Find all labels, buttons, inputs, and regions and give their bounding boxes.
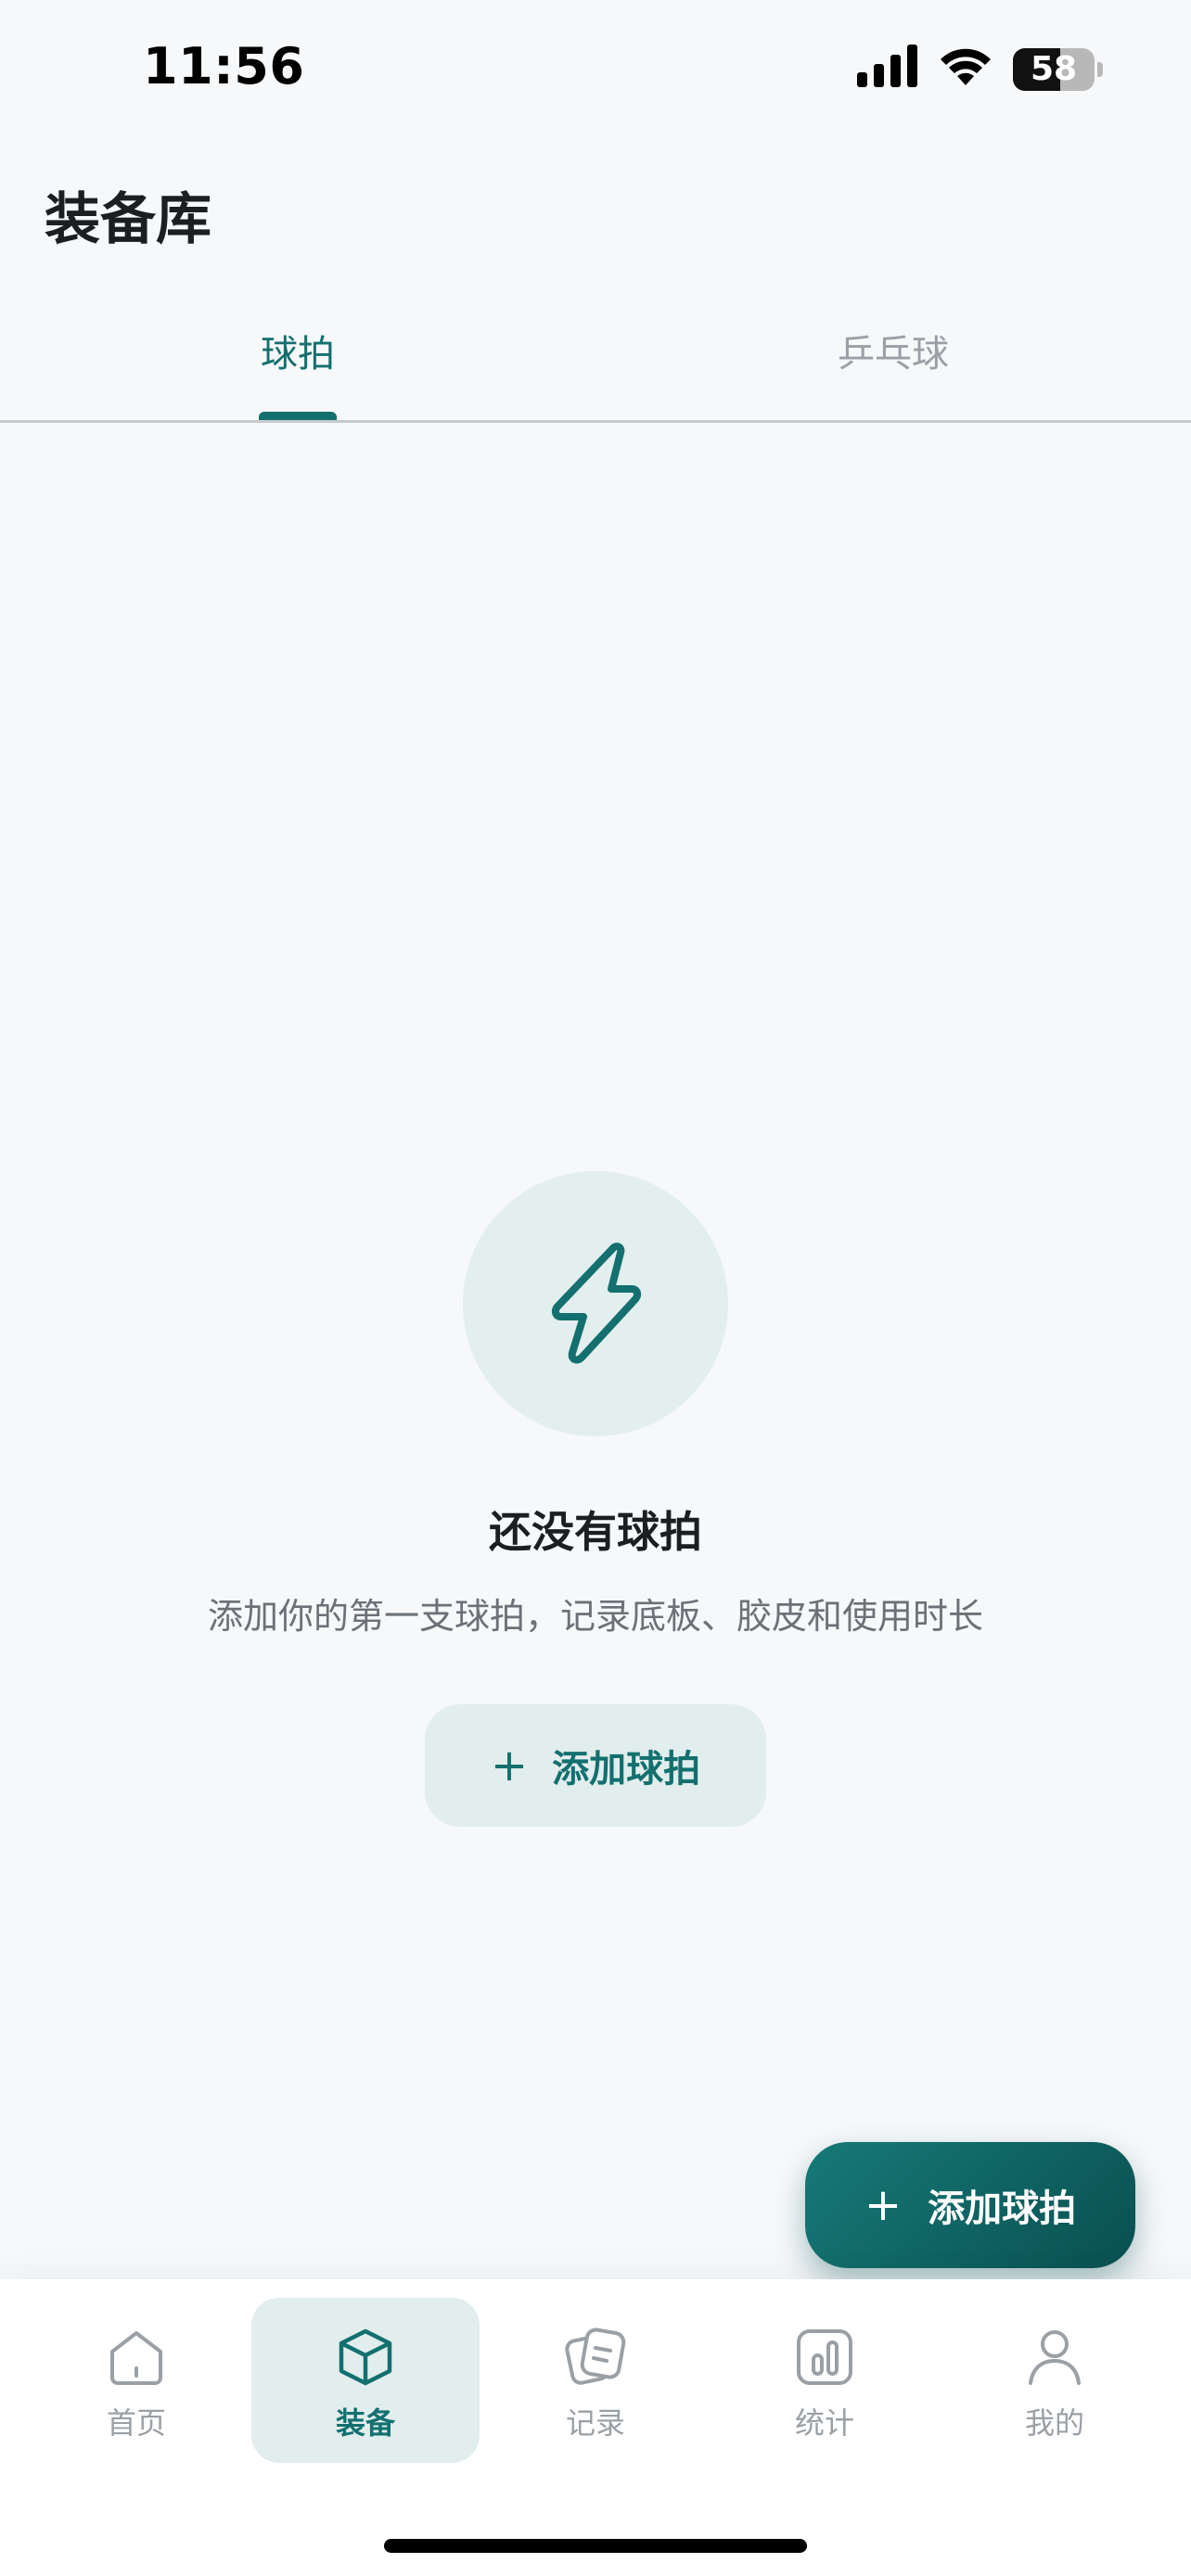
nav-item-stats[interactable]: 统计	[711, 2298, 939, 2463]
battery-indicator: 58	[1013, 48, 1106, 91]
tab-active-indicator	[259, 412, 337, 420]
empty-state-title: 还没有球拍	[489, 1507, 702, 1557]
bottom-nav: 首页 装备 记录 统计 我的	[0, 2279, 1191, 2576]
user-icon	[1029, 2330, 1081, 2385]
empty-state-icon-badge	[463, 1171, 728, 1436]
nav-label-records: 记录	[565, 2405, 625, 2441]
add-racket-button[interactable]: + 添加球拍	[425, 1704, 766, 1827]
lightning-icon	[551, 1243, 642, 1364]
fab-add-racket-button[interactable]: + 添加球拍	[805, 2142, 1135, 2268]
tab-rackets[interactable]: 球拍	[0, 315, 596, 420]
chart-icon	[797, 2329, 852, 2385]
nav-label-equipment: 装备	[335, 2405, 395, 2441]
page-title: 装备库	[45, 187, 211, 252]
tab-bar: 球拍 乒乓球	[0, 315, 1191, 423]
signal-icon	[857, 45, 917, 87]
nav-item-equipment[interactable]: 装备	[251, 2298, 480, 2463]
home-indicator[interactable]	[384, 2539, 807, 2553]
status-time: 11:56	[143, 37, 305, 96]
battery-level: 58	[1030, 50, 1078, 88]
nav-item-home[interactable]: 首页	[22, 2298, 250, 2463]
empty-state-description: 添加你的第一支球拍，记录底板、胶皮和使用时长	[207, 1596, 983, 1637]
fab-add-racket-label: 添加球拍	[928, 2187, 1077, 2230]
box-icon	[339, 2328, 392, 2386]
status-bar: 11:56 58	[0, 0, 1191, 139]
nav-label-profile: 我的	[1024, 2405, 1084, 2441]
plus-icon: +	[490, 1740, 529, 1792]
notes-icon	[565, 2327, 626, 2385]
home-icon	[110, 2331, 162, 2385]
nav-label-home: 首页	[106, 2405, 166, 2441]
nav-item-profile[interactable]: 我的	[941, 2298, 1169, 2463]
wifi-icon	[941, 48, 991, 85]
screen: 11:56 58 装备库 球拍 乒乓球 还没有球拍 添加你的第一支球拍，记录底板…	[0, 0, 1191, 2576]
nav-item-records[interactable]: 记录	[481, 2298, 710, 2463]
nav-label-stats: 统计	[794, 2405, 854, 2441]
plus-icon: +	[864, 2179, 903, 2231]
add-racket-button-label: 添加球拍	[552, 1748, 701, 1791]
tab-balls[interactable]: 乒乓球	[596, 315, 1191, 420]
